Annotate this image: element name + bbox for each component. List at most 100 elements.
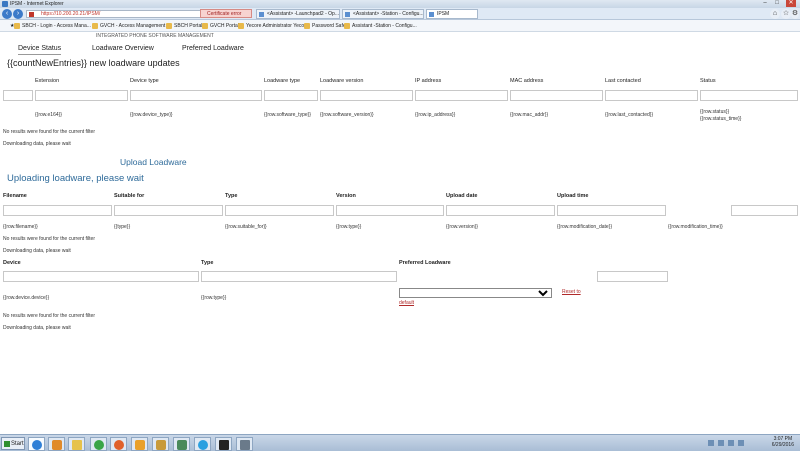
- filter-extension-input[interactable]: [35, 90, 128, 101]
- favorite-link[interactable]: SBCH Portal: [166, 22, 202, 30]
- column-header: Loadware version: [320, 78, 364, 84]
- favorite-label: SBCH Portal: [174, 23, 203, 29]
- minimize-button[interactable]: –: [760, 0, 770, 7]
- filter-upload-time-input[interactable]: [557, 205, 666, 216]
- filter-device-type-input[interactable]: [130, 90, 262, 101]
- table-cell: {{row.software_type}}: [264, 112, 311, 118]
- taskbar-app-icon[interactable]: [131, 437, 148, 451]
- back-button[interactable]: ‹: [2, 9, 12, 19]
- filter-select-input[interactable]: [3, 90, 33, 101]
- column-header: IP address: [415, 78, 442, 84]
- reset-to-default-link[interactable]: Reset to: [562, 289, 581, 295]
- filter-mac-address-input[interactable]: [510, 90, 603, 101]
- clock-date: 6/29/2016: [771, 442, 794, 448]
- favorite-link[interactable]: GVCH Portal: [202, 22, 239, 30]
- table-cell: {{row.last_contacted}}: [605, 112, 654, 118]
- filter-last-contacted-input[interactable]: [605, 90, 698, 101]
- taskbar-ie-icon[interactable]: [28, 437, 45, 451]
- filter-filename-input[interactable]: [3, 205, 112, 216]
- preferred-loadware-select[interactable]: [399, 288, 552, 298]
- forward-button[interactable]: ›: [13, 9, 23, 19]
- tray-network-icon[interactable]: [708, 440, 714, 446]
- filter-status-input[interactable]: [700, 90, 798, 101]
- tray-volume-icon[interactable]: [718, 440, 724, 446]
- filter-ip-address-input[interactable]: [415, 90, 508, 101]
- column-header: Filename: [3, 193, 27, 199]
- windows-logo-icon: [4, 441, 10, 447]
- favorite-label: Password Safe: [312, 23, 346, 29]
- taskbar-chrome-icon[interactable]: [90, 437, 107, 451]
- window-titlebar: IPSM - Internet Explorer – □ ✕: [0, 0, 800, 8]
- maximize-button[interactable]: □: [772, 0, 782, 7]
- url-field[interactable]: https://10.200.20.21/IPSM/: [26, 10, 202, 18]
- favorite-link[interactable]: Assistant -Station - Configu...: [344, 22, 417, 30]
- filter-extra-input[interactable]: [597, 271, 668, 282]
- favorite-link[interactable]: SBCH - Login - Access Mana...: [14, 22, 91, 30]
- page-icon: [166, 23, 172, 29]
- column-header: Device type: [130, 78, 159, 84]
- filter-extra-input[interactable]: [731, 205, 798, 216]
- upload-loadware-link[interactable]: Upload Loadware: [120, 157, 187, 167]
- tab-device-status[interactable]: Device Status: [18, 45, 62, 55]
- tab-loadware-overview[interactable]: Loadware Overview: [92, 45, 154, 52]
- tray-app-icon[interactable]: [738, 440, 744, 446]
- updates-title: {{countNewEntries}} new loadware updates: [7, 58, 180, 68]
- filter-type-input[interactable]: [201, 271, 397, 282]
- table-cell: {{row.suitable_for}}: [225, 224, 267, 230]
- tab-station[interactable]: <Assistant> -Station - Configu...: [342, 9, 424, 19]
- system-clock[interactable]: 3:07 PM 6/29/2016: [772, 436, 794, 448]
- column-header: MAC address: [510, 78, 544, 84]
- filter-device-input[interactable]: [3, 271, 199, 282]
- tab-label: <Assistant> -Launchpad2 - Op...: [267, 11, 339, 17]
- table-cell: {{row.status_time}}: [700, 116, 742, 122]
- favorite-label: Yecore Administrator Yecor...: [246, 23, 310, 29]
- tab-ipsm[interactable]: IPSM: [426, 9, 478, 19]
- table-cell: {{row.device_type}}: [130, 112, 173, 118]
- reset-to-default-link-continuation[interactable]: default: [399, 300, 414, 306]
- taskbar-firefox-icon[interactable]: [110, 437, 127, 451]
- table-cell: {{row.e164}}: [35, 112, 62, 118]
- filter-suitable-for-input[interactable]: [114, 205, 223, 216]
- taskbar-app-icon[interactable]: [173, 437, 190, 451]
- table-cell: {{type}}: [114, 224, 131, 230]
- no-results-message: No results were found for the current fi…: [3, 236, 95, 242]
- gear-icon[interactable]: ⚙: [791, 9, 799, 19]
- column-header: Suitable for: [114, 193, 145, 199]
- filter-upload-date-input[interactable]: [446, 205, 555, 216]
- table-cell: {{row.software_version}}: [320, 112, 374, 118]
- column-header: Device: [3, 260, 21, 266]
- table-cell: {{row.type}}: [201, 295, 227, 301]
- favorite-link[interactable]: Yecore Administrator Yecor...: [238, 22, 310, 30]
- home-icon[interactable]: ⌂: [770, 9, 780, 19]
- favorites-star-icon[interactable]: ★: [4, 22, 14, 30]
- taskbar-folder-icon[interactable]: [68, 437, 85, 451]
- taskbar-app-icon[interactable]: [152, 437, 169, 451]
- no-results-message: No results were found for the current fi…: [3, 313, 95, 319]
- start-button[interactable]: Start: [1, 437, 25, 450]
- taskbar-terminal-icon[interactable]: [215, 437, 232, 451]
- no-results-message: No results were found for the current fi…: [3, 129, 95, 135]
- filter-loadware-version-input[interactable]: [320, 90, 413, 101]
- close-button[interactable]: ✕: [786, 0, 796, 7]
- ie-icon: [2, 1, 8, 7]
- favorite-label: GVCH Portal: [210, 23, 239, 29]
- tab-launchpad[interactable]: <Assistant> -Launchpad2 - Op...: [256, 9, 340, 19]
- page-content: INTEGRATED PHONE SOFTWARE MANAGEMENT Dev…: [0, 32, 800, 434]
- tray-security-icon[interactable]: [728, 440, 734, 446]
- tab-preferred-loadware[interactable]: Preferred Loadware: [182, 45, 244, 52]
- table-cell: {{row.type}}: [336, 224, 362, 230]
- filter-loadware-type-input[interactable]: [264, 90, 318, 101]
- table-cell: {{row.ip_address}}: [415, 112, 456, 118]
- table-cell: {{row.filename}}: [3, 224, 38, 230]
- column-header: Loadware type: [264, 78, 301, 84]
- star-icon[interactable]: ☆: [781, 9, 791, 19]
- tab-icon: [345, 12, 350, 17]
- certificate-error-badge[interactable]: Certificate error: [200, 9, 252, 18]
- taskbar-media-icon[interactable]: [48, 437, 65, 451]
- taskbar-skype-icon[interactable]: [194, 437, 211, 451]
- favorite-link[interactable]: Password Safe: [304, 22, 346, 30]
- favorite-link[interactable]: GVCH - Access Management: [92, 22, 165, 30]
- filter-type-input[interactable]: [225, 205, 334, 216]
- filter-version-input[interactable]: [336, 205, 444, 216]
- taskbar-app-icon[interactable]: [236, 437, 253, 451]
